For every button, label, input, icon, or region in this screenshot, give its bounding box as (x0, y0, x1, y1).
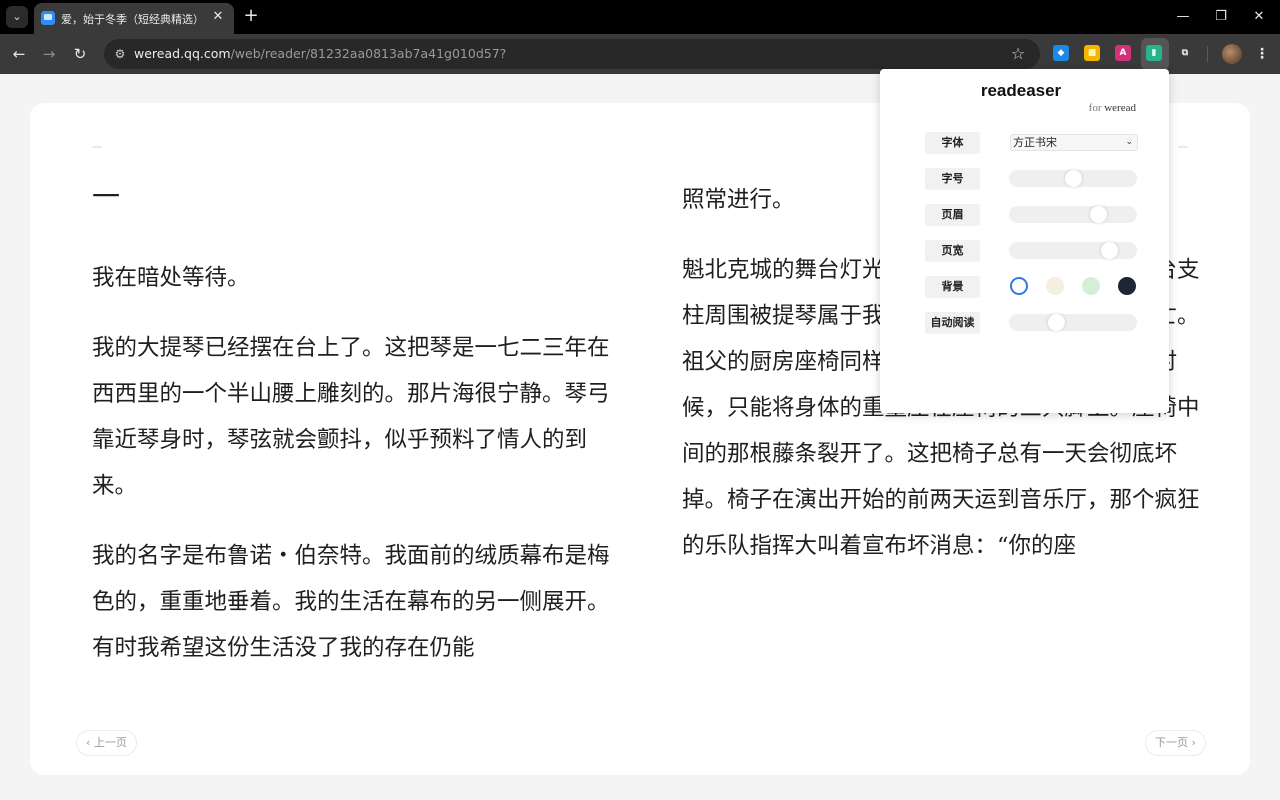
next-page-button[interactable]: 下一页 › (1145, 730, 1206, 756)
active-tab[interactable]: 爱，始于冬季（短经典精选） ✕ (34, 3, 234, 34)
slider-thumb[interactable] (1065, 170, 1082, 187)
url-text[interactable]: weread.qq.com/web/reader/81232aa0813ab7a… (134, 46, 506, 61)
url-path: /web/reader/81232aa0813ab7a41g010d57? (230, 46, 507, 61)
background-swatch-dark[interactable] (1118, 277, 1136, 295)
close-window-button[interactable]: ✕ (1241, 4, 1277, 30)
popup-subtitle-prefix: for (1088, 102, 1102, 114)
forward-button[interactable]: → (37, 42, 61, 66)
browser-menu-icon[interactable]: ⋮ (1252, 42, 1272, 66)
width-label: 页宽 (925, 240, 980, 262)
page-mark-left: 一 (92, 143, 102, 154)
readeaser-extension-icon[interactable]: ▮ (1146, 45, 1162, 61)
slider-thumb[interactable] (1100, 242, 1118, 259)
paragraph: 我在暗处等待。 (92, 265, 250, 291)
chevron-down-icon: ⌄ (1125, 137, 1133, 147)
weread-favicon-icon (41, 11, 55, 25)
profile-avatar[interactable] (1222, 44, 1242, 64)
background-label: 背景 (925, 276, 980, 298)
margin-label: 页眉 (925, 204, 980, 226)
slider-thumb[interactable] (1048, 314, 1066, 331)
margin-slider[interactable] (1009, 206, 1137, 223)
bookmark-star-icon[interactable]: ☆ (1008, 44, 1028, 64)
page-width-slider[interactable] (1009, 242, 1137, 259)
tab-close-icon[interactable]: ✕ (210, 9, 226, 25)
browser-toolbar: ← → ↻ ⚙ weread.qq.com/web/reader/81232aa… (0, 34, 1280, 74)
site-info-icon[interactable]: ⚙ (112, 46, 128, 62)
puzzle-extensions-icon[interactable]: ⧉ (1177, 45, 1193, 61)
autoread-label: 自动阅读 (925, 312, 980, 334)
font-label: 字体 (925, 132, 980, 154)
url-host: weread.qq.com (134, 46, 231, 61)
background-swatch-cream[interactable] (1046, 277, 1064, 295)
tab-search-button[interactable]: ⌄ (6, 6, 28, 28)
paragraph: 我的名字是布鲁诺・伯奈特。我面前的绒质幕布是梅色的，重重地垂着。我的生活在幕布的… (92, 543, 610, 661)
new-tab-button[interactable]: + (240, 6, 262, 28)
next-page-label: 下一页 (1155, 736, 1188, 749)
reload-button[interactable]: ↻ (68, 42, 92, 66)
yellow-extension-icon[interactable]: ■ (1084, 45, 1100, 61)
font-select-value: 方正书宋 (1013, 136, 1057, 149)
popup-subtitle: for weread (1089, 102, 1136, 114)
font-size-slider[interactable] (1009, 170, 1137, 187)
tab-strip: ⌄ 爱，始于冬季（短经典精选） ✕ + — ❐ ✕ (0, 0, 1280, 34)
background-swatch-green[interactable] (1082, 277, 1100, 295)
paragraph: 我的大提琴已经摆在台上了。这把琴是一七二三年在西西里的一个半山腰上雕刻的。那片海… (92, 335, 610, 499)
maximize-button[interactable]: ❐ (1203, 4, 1239, 30)
prev-page-label: 上一页 (93, 736, 127, 749)
diamond-extension-icon[interactable]: ◆ (1053, 45, 1069, 61)
font-select[interactable]: 方正书宋 ⌄ (1010, 134, 1138, 151)
address-bar[interactable]: ⚙ weread.qq.com/web/reader/81232aa0813ab… (104, 39, 1040, 69)
translate-extension-icon[interactable]: A (1115, 45, 1131, 61)
minimize-button[interactable]: — (1165, 4, 1201, 30)
tab-title: 爱，始于冬季（短经典精选） (61, 13, 204, 26)
slider-thumb[interactable] (1089, 206, 1107, 223)
popup-title: readeaser (980, 81, 1062, 100)
left-column: 一 我在暗处等待。 我的大提琴已经摆在台上了。这把琴是一七二三年在西西里的一个半… (92, 177, 612, 695)
readeaser-popup: readeaser for weread 字体 方正书宋 ⌄ 字号 页眉 页宽 背… (880, 69, 1169, 413)
prev-page-button[interactable]: ‹ 上一页 (76, 730, 137, 756)
background-swatch-white[interactable] (1010, 277, 1028, 295)
popup-subtitle-name: weread (1104, 102, 1136, 114)
chapter-title: 一 (92, 180, 121, 213)
size-label: 字号 (925, 168, 980, 190)
back-button[interactable]: ← (7, 42, 31, 66)
page-mark-right: 一 (1178, 143, 1188, 154)
toolbar-separator (1207, 46, 1208, 62)
autoread-slider[interactable] (1009, 314, 1137, 331)
